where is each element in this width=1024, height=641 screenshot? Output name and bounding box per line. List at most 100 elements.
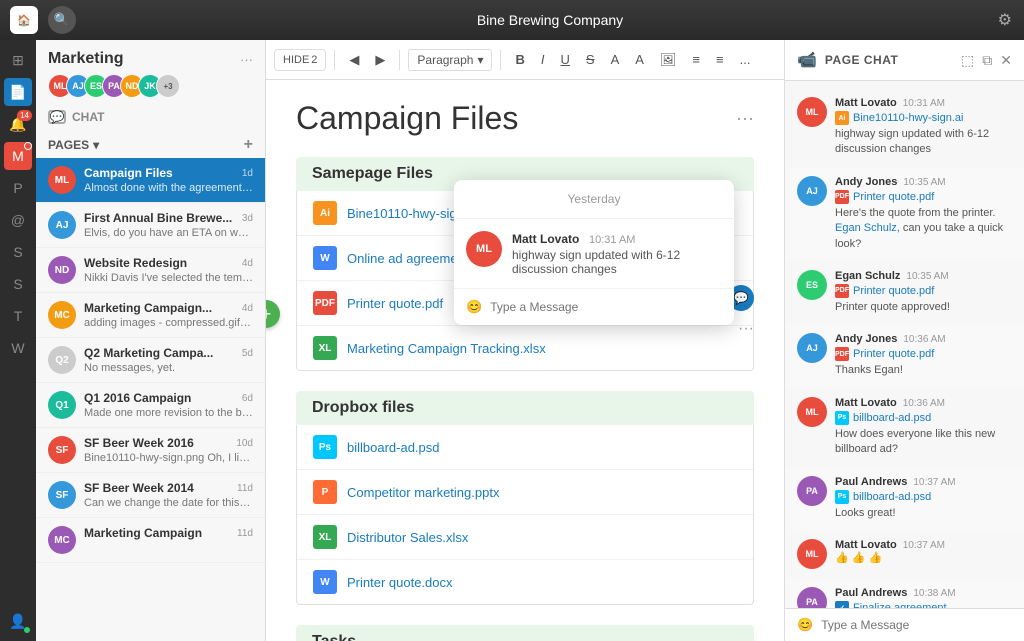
dropbox-row-3[interactable]: W Printer quote.docx xyxy=(297,560,753,604)
sidebar-item-7[interactable]: SF SF Beer Week 2014 11d Can we change t… xyxy=(36,473,265,518)
icon-m-active[interactable]: M xyxy=(4,142,32,170)
rp-msg-3: AJ Andy Jones 10:36 AM PDF Printer quote… xyxy=(785,325,1024,386)
dropbox-name-3[interactable]: Printer quote.docx xyxy=(347,575,453,590)
si-preview-7: Can we change the date for this event to… xyxy=(84,497,253,509)
file-name-3[interactable]: Marketing Campaign Tracking.xlsx xyxy=(347,341,546,356)
rp-msg-file-icon-2: PDF xyxy=(835,284,849,298)
rp-msg-file-2: PDF Printer quote.pdf xyxy=(835,284,1012,298)
file-icon-doc-3: W xyxy=(313,570,337,594)
dropbox-name-2[interactable]: Distributor Sales.xlsx xyxy=(347,530,468,545)
app-logo[interactable]: 🏠 xyxy=(10,6,38,34)
rp-msg-file-name-4[interactable]: billboard-ad.psd xyxy=(853,412,931,424)
color-button[interactable]: A xyxy=(605,49,626,70)
rp-popout-button[interactable]: ⧉ xyxy=(982,52,992,69)
si-top-5: Q1 2016 Campaign 6d xyxy=(84,391,253,405)
si-preview-6: Bine10110-hwy-sign.png Oh, I like that d… xyxy=(84,452,253,464)
si-title-6: SF Beer Week 2016 xyxy=(84,436,194,450)
si-content-2: Website Redesign 4d Nikki Davis I've sel… xyxy=(84,256,253,284)
rp-msg-file-name-2[interactable]: Printer quote.pdf xyxy=(853,285,934,297)
si-title-5: Q1 2016 Campaign xyxy=(84,391,191,405)
rp-msg-file-name-5[interactable]: billboard-ad.psd xyxy=(853,491,931,503)
rp-msg-time-0: 10:31 AM xyxy=(903,98,945,109)
hide-button[interactable]: HIDE 2 xyxy=(274,49,326,71)
paragraph-select[interactable]: Paragraph ▾ xyxy=(408,49,492,71)
icon-person[interactable]: 👤 xyxy=(4,607,32,635)
page-menu-button[interactable]: ··· xyxy=(736,108,754,129)
sidebar-item-5[interactable]: Q1 Q1 2016 Campaign 6d Made one more rev… xyxy=(36,383,265,428)
file-row-3[interactable]: XL Marketing Campaign Tracking.xlsx xyxy=(297,326,753,370)
add-content-button[interactable]: + xyxy=(266,300,280,328)
rp-msg-file-name-3[interactable]: Printer quote.pdf xyxy=(853,348,934,360)
rp-msg-body-3: Andy Jones 10:36 AM PDF Printer quote.pd… xyxy=(835,333,1012,378)
undo-button[interactable]: ◀ xyxy=(343,49,365,71)
rp-msg-author-6: Matt Lovato xyxy=(835,539,897,551)
rp-msg-text-1: Here's the quote from the printer. Egan … xyxy=(835,206,1012,252)
bold-button[interactable]: B xyxy=(509,49,530,70)
dropbox-row-1[interactable]: P Competitor marketing.pptx xyxy=(297,470,753,515)
more-button[interactable]: ... xyxy=(734,49,757,70)
dropbox-row-0[interactable]: Ps billboard-ad.psd xyxy=(297,425,753,470)
dropbox-section-body: Ps billboard-ad.psd P Competitor marketi… xyxy=(296,425,754,605)
pages-header[interactable]: PAGES ▾ + xyxy=(36,132,265,158)
icon-notifications[interactable]: 🔔14 xyxy=(4,110,32,138)
si-content-0: Campaign Files 1d Almost done with the a… xyxy=(84,166,253,194)
rp-msg-0: ML Matt Lovato 10:31 AM Ai Bine10110-hwy… xyxy=(785,89,1024,166)
highlight-button[interactable]: A xyxy=(629,49,650,70)
icon-p[interactable]: P xyxy=(4,174,32,202)
sidebar-item-3[interactable]: MC Marketing Campaign... 4d adding image… xyxy=(36,293,265,338)
rp-msg-top-1: Andy Jones 10:35 AM xyxy=(835,176,1012,188)
icon-w[interactable]: W xyxy=(4,334,32,362)
dropbox-name-1[interactable]: Competitor marketing.pptx xyxy=(347,485,499,500)
si-date-3: 4d xyxy=(242,303,253,314)
sidebar-item-4[interactable]: Q2 Q2 Marketing Campa... 5d No messages,… xyxy=(36,338,265,383)
sidebar-item-1[interactable]: AJ First Annual Bine Brewe... 3d Elvis, … xyxy=(36,203,265,248)
icon-s1[interactable]: S xyxy=(4,238,32,266)
chat-button[interactable]: 💬 CHAT xyxy=(36,106,265,132)
icon-s2[interactable]: S xyxy=(4,270,32,298)
dropbox-row-2[interactable]: XL Distributor Sales.xlsx xyxy=(297,515,753,560)
rp-emoji-icon[interactable]: 😊 xyxy=(797,617,813,633)
popup-message-input[interactable] xyxy=(490,300,722,314)
rp-msg-file-icon-5: Ps xyxy=(835,490,849,504)
rp-msg-body-6: Matt Lovato 10:37 AM 👍 👍 👍 xyxy=(835,539,1012,569)
rp-msg-4: ML Matt Lovato 10:36 AM Ps billboard-ad.… xyxy=(785,389,1024,466)
rp-msg-top-2: Egan Schulz 10:35 AM xyxy=(835,270,1012,282)
icon-pages[interactable]: 📄 xyxy=(4,78,32,106)
rp-msg-5: PA Paul Andrews 10:37 AM Ps billboard-ad… xyxy=(785,468,1024,529)
rp-msg-top-3: Andy Jones 10:36 AM xyxy=(835,333,1012,345)
indent-button[interactable]: ≡ xyxy=(710,49,730,70)
icon-grid[interactable]: ⊞ xyxy=(4,46,32,74)
sidebar-item-2[interactable]: ND Website Redesign 4d Nikki Davis I've … xyxy=(36,248,265,293)
search-button[interactable]: 🔍 xyxy=(48,6,76,34)
rp-msg-top-5: Paul Andrews 10:37 AM xyxy=(835,476,1012,488)
rp-msg-file-name-1[interactable]: Printer quote.pdf xyxy=(853,191,934,203)
dropbox-name-0[interactable]: billboard-ad.psd xyxy=(347,440,440,455)
rp-header: 📹 PAGE CHAT ⬚ ⧉ ✕ xyxy=(785,40,1024,81)
sidebar-item-0[interactable]: ML Campaign Files 1d Almost done with th… xyxy=(36,158,265,203)
redo-button[interactable]: ▶ xyxy=(369,49,391,71)
image-button[interactable]: 🖼 xyxy=(654,49,683,71)
file-name-2[interactable]: Printer quote.pdf xyxy=(347,296,443,311)
strikethrough-button[interactable]: S xyxy=(580,49,601,70)
rp-msg-avatar-7: PA xyxy=(797,587,827,608)
icon-at[interactable]: @ xyxy=(4,206,32,234)
settings-icon[interactable]: ⚙ xyxy=(998,10,1012,30)
sidebar-more-button[interactable]: ··· xyxy=(240,52,253,67)
sidebar-item-6[interactable]: SF SF Beer Week 2016 10d Bine10110-hwy-s… xyxy=(36,428,265,473)
underline-button[interactable]: U xyxy=(555,49,576,70)
sidebar-list: ML Campaign Files 1d Almost done with th… xyxy=(36,158,265,641)
inline-more-icon[interactable]: ··· xyxy=(738,320,754,338)
si-date-0: 1d xyxy=(242,168,253,179)
rp-message-input[interactable] xyxy=(821,618,1012,632)
rp-msg-file-name-0[interactable]: Bine10110-hwy-sign.ai xyxy=(853,112,963,124)
icon-t[interactable]: T xyxy=(4,302,32,330)
rp-expand-button[interactable]: ⬚ xyxy=(961,52,974,69)
rp-close-button[interactable]: ✕ xyxy=(1000,52,1012,69)
pages-add-button[interactable]: + xyxy=(244,136,253,154)
italic-button[interactable]: I xyxy=(535,49,551,70)
rp-msg-avatar-2: ES xyxy=(797,270,827,300)
chat-label: CHAT xyxy=(72,110,104,124)
popup-emoji-icon[interactable]: 😊 xyxy=(466,299,482,315)
list-button[interactable]: ≡ xyxy=(686,49,706,70)
sidebar-item-8[interactable]: MC Marketing Campaign 11d xyxy=(36,518,265,563)
